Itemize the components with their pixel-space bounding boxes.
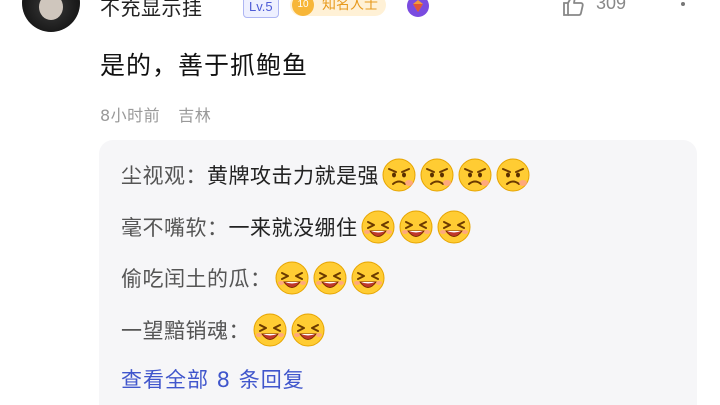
laughing-face-emoji-icon — [275, 261, 308, 295]
gem-icon — [407, 0, 429, 17]
reply-item[interactable]: 一望黯销魂： — [121, 310, 326, 350]
medal-icon: 10 — [292, 0, 314, 16]
reply-item[interactable]: 毫不嘴软： 一来就没绷住 — [121, 207, 472, 247]
laughing-face-emoji-icon — [437, 210, 470, 244]
fan-title-badge: 10 知名人士 — [290, 0, 386, 16]
view-all-replies-link[interactable]: 查看全部 8 条回复 — [121, 364, 305, 394]
angry-face-emoji-icon — [420, 158, 454, 192]
reply-text: 一来就没绷住 — [228, 216, 358, 240]
laughing-face-emoji-icon — [351, 261, 384, 295]
reply-author[interactable]: 偷吃闰土的瓜： — [121, 263, 272, 293]
reply-item[interactable]: 偷吃闰土的瓜： — [121, 258, 386, 298]
reply-author[interactable]: 一望黯销魂： — [121, 315, 250, 345]
comment-meta: 8小时前 吉林 — [100, 102, 211, 126]
fan-title-label: 知名人士 — [322, 0, 378, 13]
like-count: 309 — [596, 0, 627, 13]
more-options-icon[interactable] — [673, 0, 693, 14]
username[interactable]: 不充显示挂 — [100, 0, 203, 21]
laughing-face-emoji-icon — [253, 313, 287, 347]
angry-face-emoji-icon — [458, 158, 492, 192]
laughing-face-emoji-icon — [361, 210, 394, 244]
reply-text: 黄牌攻击力就是强 — [207, 164, 379, 188]
laughing-face-emoji-icon — [399, 210, 432, 244]
comment-location: 吉林 — [178, 106, 212, 125]
avatar[interactable] — [22, 0, 80, 32]
emoji-group — [358, 209, 472, 245]
level-badge: Lv.5 — [243, 0, 279, 18]
laughing-face-emoji-icon — [291, 313, 325, 347]
angry-face-emoji-icon — [382, 158, 416, 192]
angry-face-emoji-icon — [496, 158, 530, 192]
reply-item[interactable]: 尘视观： 黄牌攻击力就是强 — [121, 155, 531, 195]
emoji-group — [272, 260, 386, 296]
reply-list: 尘视观： 黄牌攻击力就是强 毫不嘴软： 一来就没绷住 偷吃闰土的瓜： 一望黯销魂… — [99, 140, 697, 405]
like-icon[interactable] — [561, 0, 585, 16]
emoji-group — [250, 312, 326, 348]
laughing-face-emoji-icon — [313, 261, 346, 295]
reply-author[interactable]: 尘视观： — [121, 160, 207, 190]
comment-time: 8小时前 — [100, 106, 161, 125]
emoji-group — [379, 157, 531, 193]
comment-text: 是的，善于抓鲍鱼 — [100, 51, 309, 80]
reply-author[interactable]: 毫不嘴软： — [121, 212, 229, 242]
